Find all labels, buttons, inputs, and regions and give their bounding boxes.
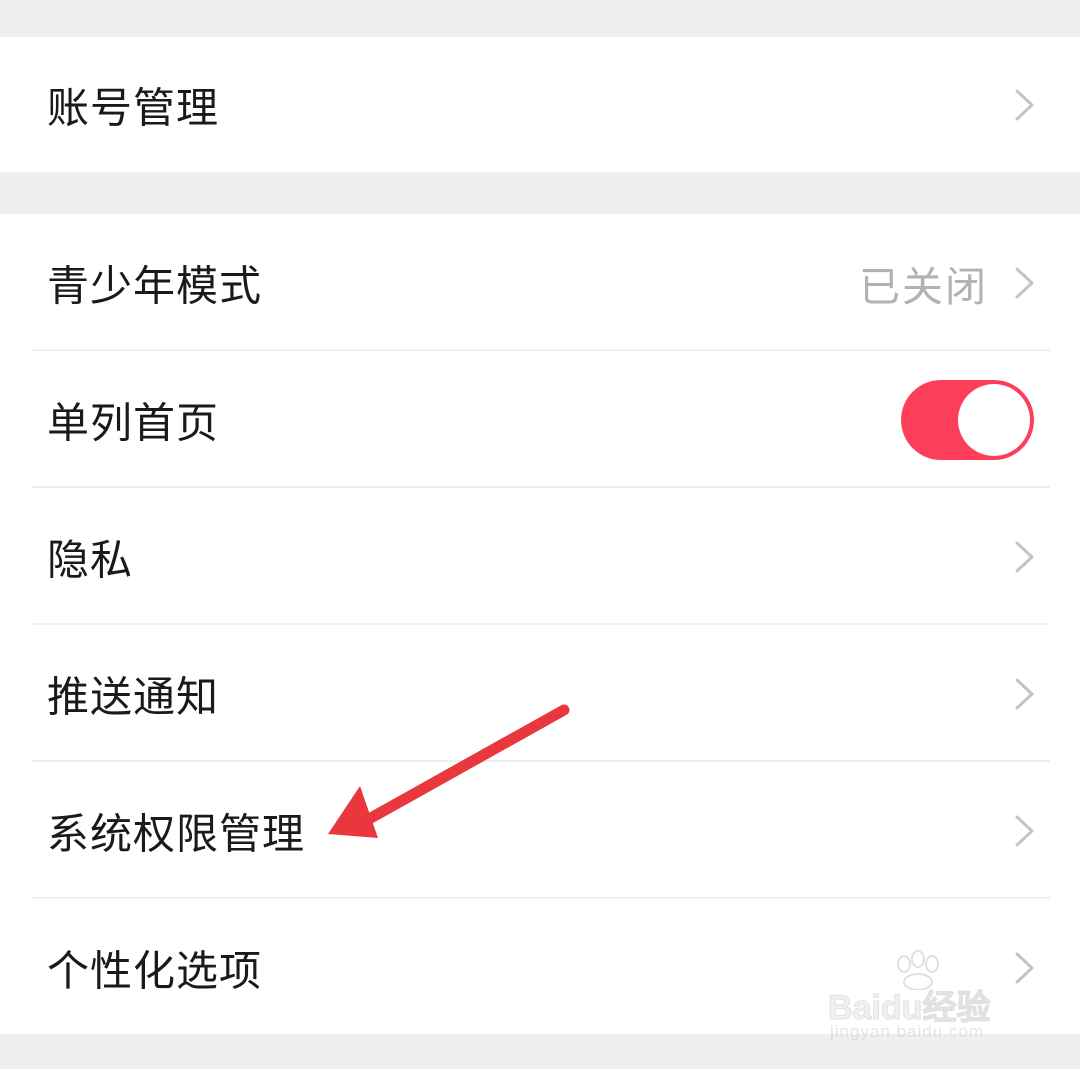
toggle-knob <box>958 383 1030 456</box>
watermark-url: jingyan.baidu.com <box>830 1022 985 1041</box>
single-column-home-row: 单列首页 <box>0 351 1080 488</box>
privacy-label: 隐私 <box>47 535 134 584</box>
chevron-right-icon <box>1015 541 1034 572</box>
baidu-jingyan-watermark: Baidu经验 jingyan.baidu.com <box>827 950 1028 1050</box>
account-management-label: 账号管理 <box>47 83 220 132</box>
personalization-label: 个性化选项 <box>47 946 263 995</box>
chevron-right-icon <box>1015 678 1034 709</box>
annotation-arrow-icon <box>328 704 570 838</box>
system-permissions-label: 系统权限管理 <box>47 809 306 858</box>
push-notifications-label: 推送通知 <box>47 672 220 721</box>
teen-mode-label: 青少年模式 <box>47 261 263 310</box>
chevron-right-icon <box>1015 815 1034 846</box>
settings-group-account: 账号管理 <box>0 37 1080 172</box>
chevron-right-icon <box>1015 267 1034 298</box>
single-column-home-label: 单列首页 <box>47 398 220 447</box>
single-column-home-toggle[interactable] <box>901 379 1034 460</box>
privacy-row[interactable]: 隐私 <box>0 488 1080 625</box>
teen-mode-row[interactable]: 青少年模式 已关闭 <box>0 214 1080 351</box>
teen-mode-status: 已关闭 <box>859 262 988 311</box>
settings-group-general: 青少年模式 已关闭 单列首页 隐私 推送通知 系统权限管理 个性化选项 <box>0 214 1080 1034</box>
account-management-row[interactable]: 账号管理 <box>0 37 1080 172</box>
chevron-right-icon <box>1015 89 1034 120</box>
